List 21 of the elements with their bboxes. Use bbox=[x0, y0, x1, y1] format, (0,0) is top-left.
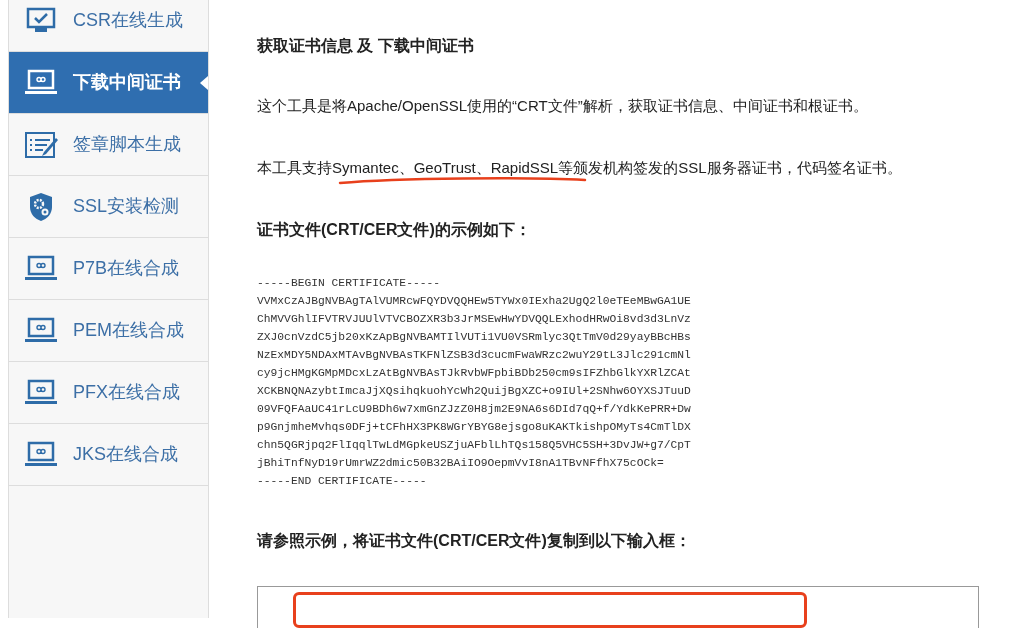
laptop-icon bbox=[24, 254, 58, 283]
certificate-example: -----BEGIN CERTIFICATE----- VVMxCzAJBgNVBAgTAlVUMRcwFQYDVQQHEw5TYWx0IExha2UgQ2l0eTEeMBwGA1UE ChMVVGhlIFVTRVJUUlVTVCBOZXR3b3JrMSEwHwYDVQQLExhodHRwOi8vd3d3LnVz ZXJ0cnVzdC5jb20xKzApBgNVBAMTIlVUTi1VU0VSRmlyc3QtTmV0d29yayBBcHBs NzExMDY5NDAxMTAvBgNVBAsTKFNlZSB3d3cucmFwaWRzc2wuY29tL3Jlc291cmNl cy9jcHMgKGMpMDcxLzAtBgNVBAsTJkRvbWFpbiBDb250cm9sIFZhbGlkYXRlZCAt XCKBNQNAzybtImcaJjXQsihqkuohYcWh2QuijBgXZC+o9IUl+2SNhw6OYXSJTuuD 09VFQFAaUC41rLcU9BDh6w7xmGnZJzZ0H8jm2E9NA6s6DId7qQ+f/YdkKePRR+Dw p9GnjmheMvhqs0DFj+tCFhHX3PK8WGrYBYG8ejsgo8uKAKTkishpOMyTs4CmTlDX chn5QGRjpq2FlIqqlTwLdMGpkeUSZjuAFblLhTQs158Q5VHC5SH+3DvJW+g7/CpT jBhiTnfNyD19rUmrWZ2dmic50B32BAiIO9OepmVvI8nA1TBvNFfhX75cOCk= -----END CERTIFICATE----- bbox=[257, 276, 692, 489]
list-pen-icon bbox=[24, 129, 58, 160]
sidebar-item[interactable]: PFX在线合成 bbox=[9, 362, 208, 424]
example-heading: 证书文件(CRT/CER文件)的示例如下： bbox=[257, 220, 532, 240]
laptop-icon bbox=[24, 316, 58, 345]
laptop-icon bbox=[24, 68, 58, 97]
sidebar-item[interactable]: PEM在线合成 bbox=[9, 300, 208, 362]
paste-heading: 请参照示例，将证书文件(CRT/CER文件)复制到以下输入框： bbox=[257, 531, 692, 551]
page-title: 获取证书信息 及 下载中间证书 bbox=[257, 36, 475, 56]
sidebar-item[interactable]: SSL安装检测 bbox=[9, 176, 208, 238]
sidebar-item[interactable]: P7B在线合成 bbox=[9, 238, 208, 300]
monitor-check-icon bbox=[25, 6, 57, 35]
support-text: 本工具支持Symantec、GeoTrust、RapidSSL等颁发机构签发的SSL服务器证书，代码签名证书。 bbox=[257, 157, 903, 178]
laptop-icon bbox=[24, 378, 58, 407]
intro-text: 这个工具是将Apache/OpenSSL使用的“CRT文件”解析，获取证书信息、中间证书和根证书。 bbox=[257, 96, 869, 116]
sidebar-item[interactable]: 签章脚本生成 bbox=[9, 114, 208, 176]
sidebar-item[interactable]: JKS在线合成 bbox=[9, 424, 208, 486]
sidebar-item[interactable]: 下载中间证书 bbox=[9, 52, 208, 114]
laptop-icon bbox=[24, 440, 58, 469]
shield-gear-icon bbox=[28, 191, 54, 222]
